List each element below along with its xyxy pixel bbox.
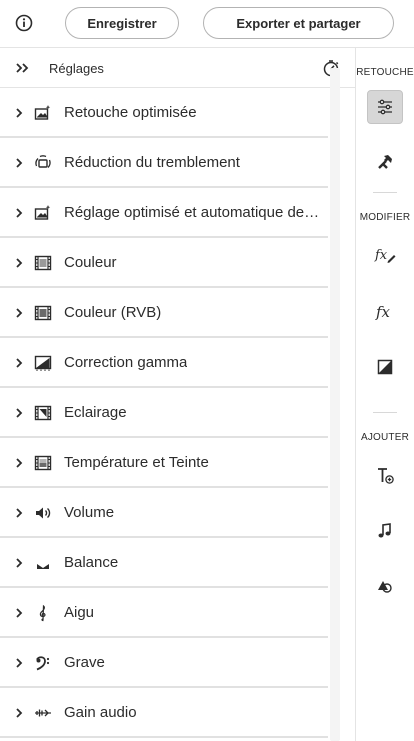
chevron-right-icon [14, 307, 24, 319]
panel-header: Réglages [0, 48, 356, 88]
chevron-right-icon [14, 457, 24, 469]
list-item-volume[interactable]: Volume [0, 488, 328, 538]
list-item-label: Retouche optimisée [64, 104, 197, 121]
fx-button[interactable]: fx [367, 295, 403, 329]
chevron-right-icon [14, 207, 24, 219]
contrast-icon [376, 358, 394, 376]
adjustments-button[interactable] [367, 90, 403, 124]
rail-divider [373, 412, 397, 413]
list-item-label: Eclairage [64, 404, 127, 421]
chevron-right-icon [14, 607, 24, 619]
chevron-right-icon [14, 407, 24, 419]
svg-text:fx: fx [374, 248, 388, 263]
save-button[interactable]: Enregistrer [65, 7, 179, 39]
list-item-label: Couleur (RVB) [64, 304, 162, 321]
text-add-icon [375, 466, 395, 486]
rail-divider [373, 192, 397, 193]
tools-icon [375, 152, 395, 172]
add-text-button[interactable] [367, 459, 403, 493]
list-item-label: Aigu [64, 604, 95, 621]
adjustments-panel: Réglages Retouche optimisée Réduction du… [0, 48, 356, 741]
chevron-right-icon [14, 107, 24, 119]
panel-title: Réglages [49, 61, 104, 76]
fx-icon: fx [374, 302, 396, 322]
section-label-retouche: RETOUCHE [356, 67, 414, 78]
section-label-ajouter: AJOUTER [360, 432, 410, 443]
music-note-icon [375, 521, 395, 541]
magic-photo-icon [34, 104, 52, 122]
section-label-modifier: MODIFIER [359, 212, 411, 223]
list-item-correction-gamma[interactable]: Correction gamma [0, 338, 328, 388]
fx-edit-button[interactable]: fx [367, 238, 403, 272]
collapse-panel-icon[interactable] [15, 62, 31, 74]
list-item-aigu[interactable]: Aigu [0, 588, 328, 638]
balance-icon [34, 554, 52, 572]
chevron-right-icon [14, 507, 24, 519]
add-shapes-button[interactable] [367, 569, 403, 603]
list-item-label: Gain audio [64, 704, 137, 721]
gamma-icon [34, 354, 52, 372]
export-share-button[interactable]: Exporter et partager [203, 7, 394, 39]
magic-photo-icon [34, 204, 52, 222]
stabilize-icon [34, 154, 52, 172]
list-item-label: Correction gamma [64, 354, 188, 371]
treble-clef-icon [34, 604, 52, 622]
list-item-label: Balance [64, 554, 119, 571]
svg-text:fx: fx [375, 303, 391, 321]
chevron-right-icon [14, 557, 24, 569]
chevron-right-icon [14, 707, 24, 719]
list-item-reduction-tremblement[interactable]: Réduction du tremblement [0, 138, 328, 188]
audio-gain-icon [34, 704, 52, 722]
speaker-icon [34, 504, 52, 522]
film-icon [34, 304, 52, 322]
film-icon [34, 254, 52, 272]
chevron-right-icon [14, 157, 24, 169]
bass-clef-icon [34, 654, 52, 672]
add-music-button[interactable] [367, 514, 403, 548]
list-item-label: Température et Teinte [64, 454, 209, 471]
list-item-label: Réglage optimisé et automatique des coul… [64, 204, 324, 221]
tools-button[interactable] [367, 145, 403, 179]
film-icon [34, 454, 52, 472]
film-light-icon [34, 404, 52, 422]
list-item-label: Volume [64, 504, 115, 521]
shapes-icon [375, 576, 395, 596]
info-icon[interactable] [14, 13, 34, 33]
list-item-grave[interactable]: Grave [0, 638, 328, 688]
chevron-right-icon [14, 257, 24, 269]
list-item-label: Grave [64, 654, 105, 671]
chevron-right-icon [14, 357, 24, 369]
right-rail: RETOUCHE MODIFIER fx fx AJOUTER [356, 48, 414, 741]
scrollbar[interactable] [330, 68, 340, 741]
top-toolbar: Enregistrer Exporter et partager [0, 0, 414, 48]
list-item-gain-audio[interactable]: Gain audio [0, 688, 328, 738]
fx-edit-icon: fx [374, 245, 396, 265]
list-item-balance[interactable]: Balance [0, 538, 328, 588]
list-item-retouche-optimisee[interactable]: Retouche optimisée [0, 88, 328, 138]
list-item-reglage-auto-couleurs[interactable]: Réglage optimisé et automatique des coul… [0, 188, 328, 238]
adjustments-icon [375, 97, 395, 117]
list-item-temperature-teinte[interactable]: Température et Teinte [0, 438, 328, 488]
list-item-label: Réduction du tremblement [64, 154, 240, 171]
list-item-eclairage[interactable]: Eclairage [0, 388, 328, 438]
adjustments-list: Retouche optimisée Réduction du tremblem… [0, 88, 328, 738]
contrast-button[interactable] [367, 350, 403, 384]
list-item-couleur-rvb[interactable]: Couleur (RVB) [0, 288, 328, 338]
list-item-label: Couleur [64, 254, 117, 271]
list-item-couleur[interactable]: Couleur [0, 238, 328, 288]
chevron-right-icon [14, 657, 24, 669]
